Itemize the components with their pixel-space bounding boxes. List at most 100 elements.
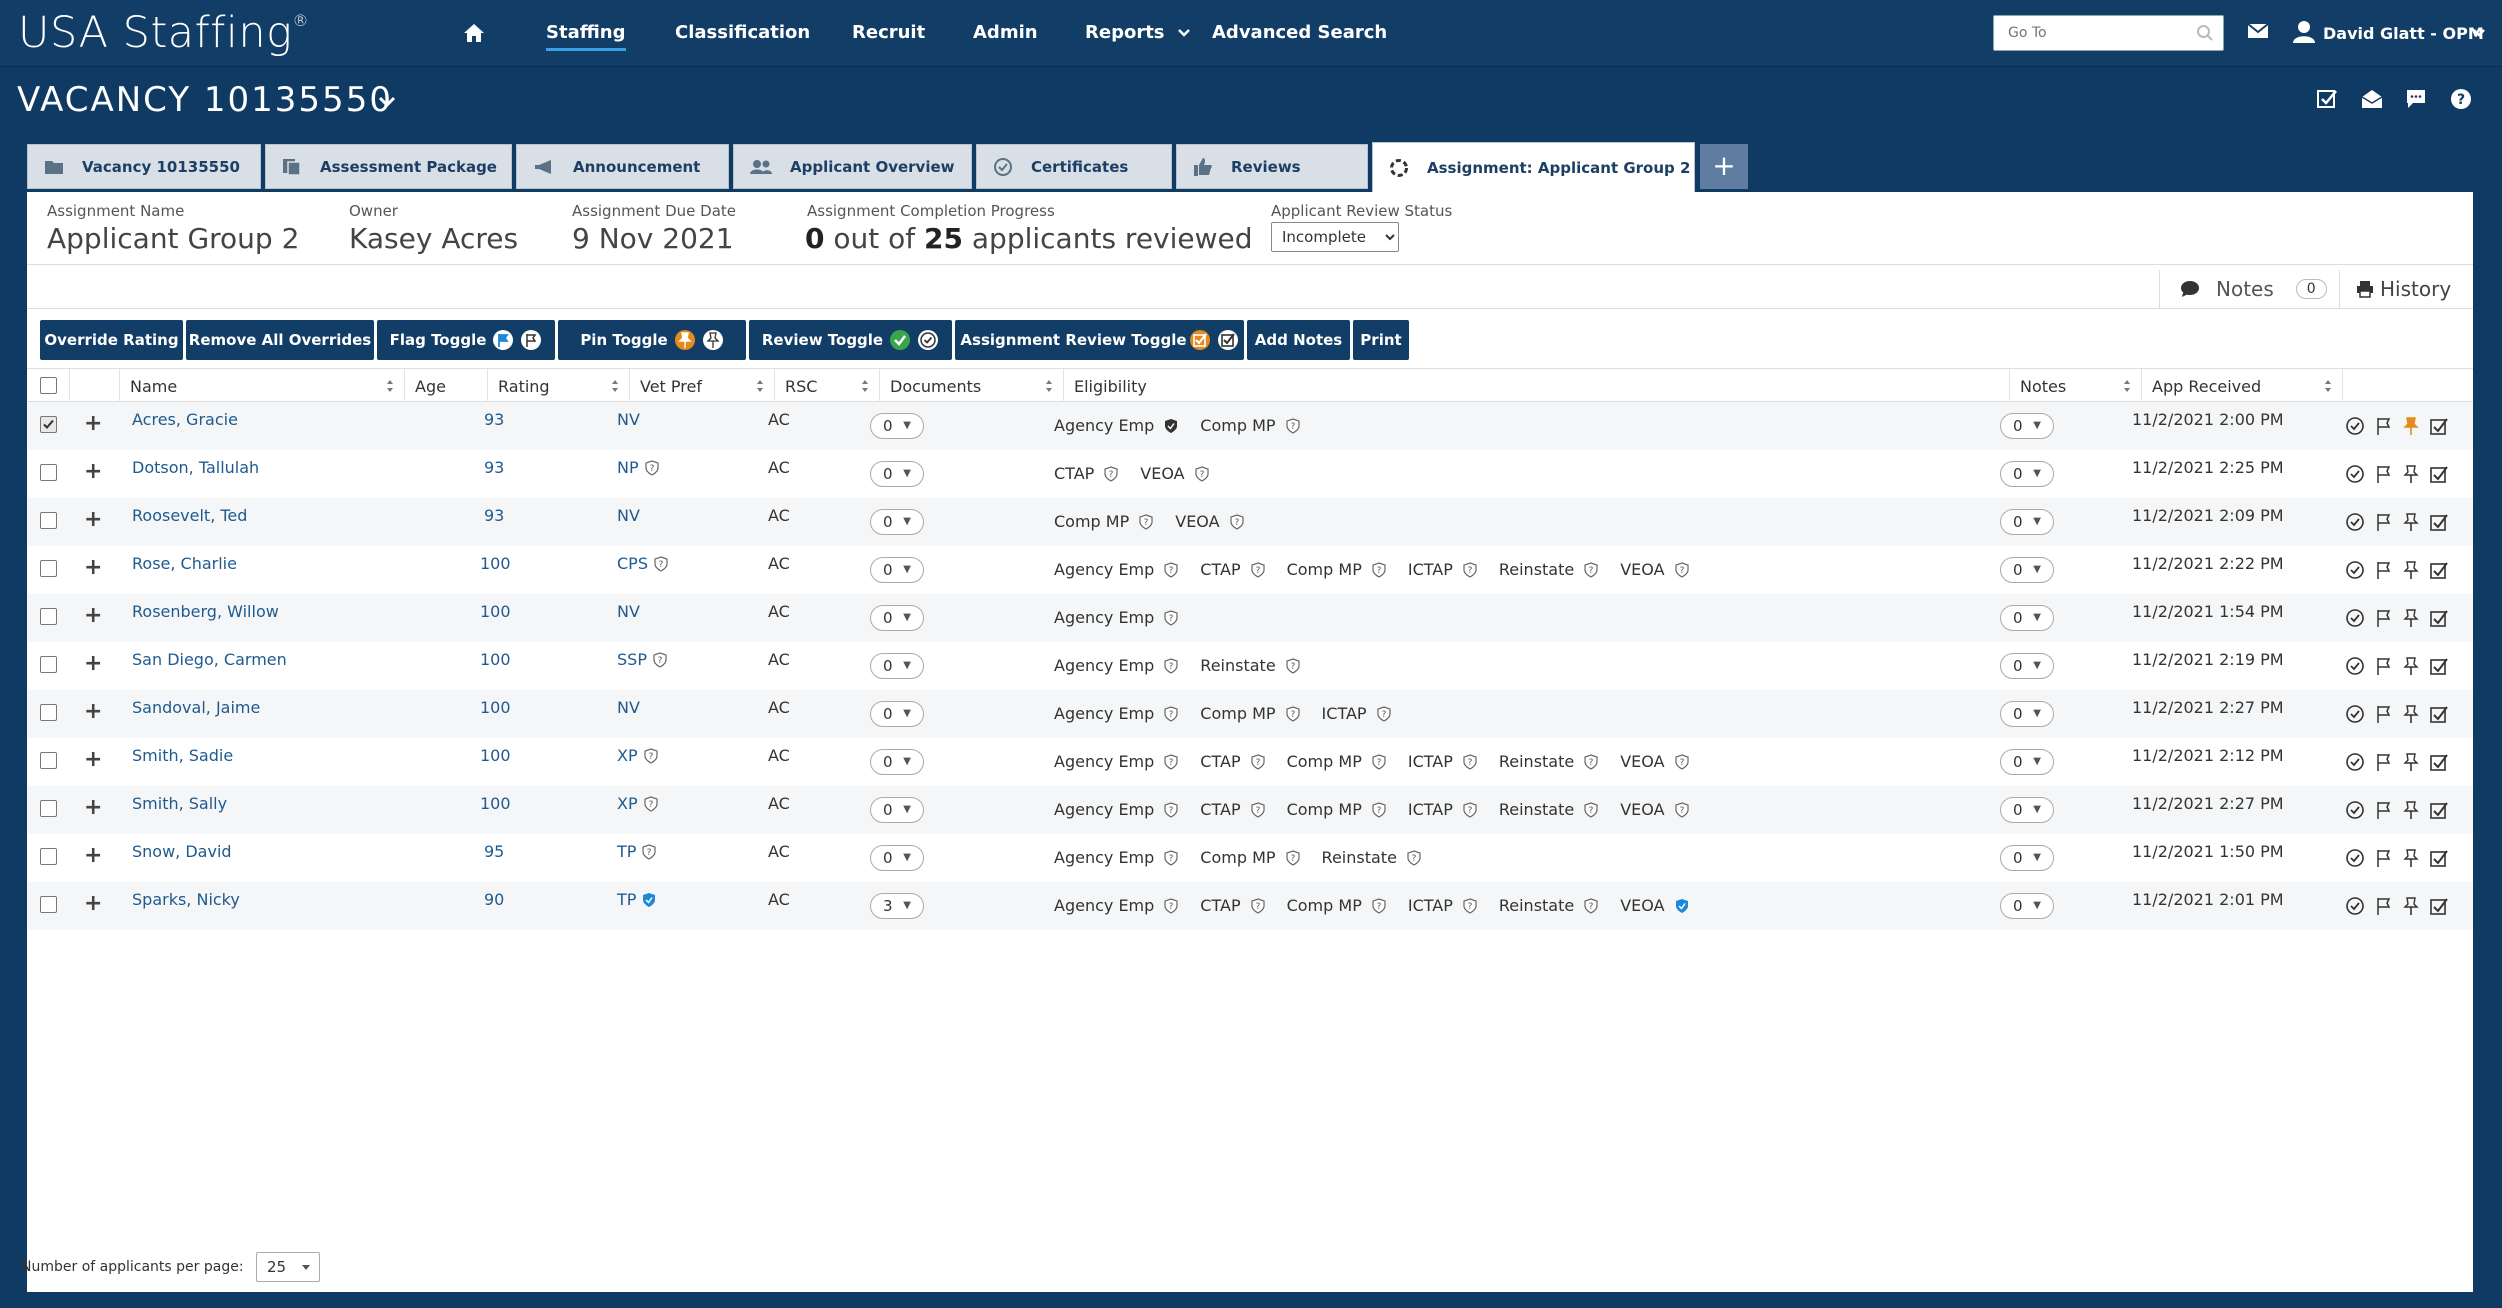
pin-icon[interactable] — [2403, 800, 2419, 820]
table-row[interactable]: + Rose, Charlie 100 CPS? AC 0 ▼ Agency Emp? CTAP… — [27, 546, 2473, 594]
applicant-name-link[interactable]: Dotson, Tallulah — [132, 458, 259, 477]
review-check-icon[interactable] — [2345, 800, 2365, 820]
notes-dropdown[interactable]: 0 ▼ — [2000, 653, 2054, 679]
chevron-down-icon[interactable] — [378, 96, 396, 108]
eligibility-item[interactable]: Reinstate? — [1200, 656, 1300, 675]
expand-row-icon[interactable]: + — [84, 459, 102, 484]
review-check-icon[interactable] — [2345, 608, 2365, 628]
notes-button[interactable]: Notes 0 — [2159, 270, 2339, 308]
vet-pref-cell[interactable]: NV — [617, 410, 640, 429]
eligibility-item[interactable]: Comp MP? — [1287, 896, 1386, 915]
row-checkbox[interactable] — [40, 896, 57, 913]
assignment-review-checkbox-icon[interactable] — [2429, 512, 2449, 532]
documents-dropdown[interactable]: 0 ▼ — [870, 701, 924, 727]
documents-dropdown[interactable]: 0 ▼ — [870, 845, 924, 871]
expand-row-icon[interactable]: + — [84, 699, 102, 724]
pin-icon[interactable] — [2403, 512, 2419, 532]
eligibility-item[interactable]: Comp MP? — [1287, 752, 1386, 771]
th-notes[interactable]: Notes — [2009, 369, 2141, 403]
documents-dropdown[interactable]: 3 ▼ — [870, 893, 924, 919]
table-row[interactable]: + Smith, Sally 100 XP? AC 0 ▼ Agency Emp? CTAP? C… — [27, 786, 2473, 834]
select-all-checkbox[interactable] — [40, 377, 57, 394]
applicant-name-link[interactable]: Acres, Gracie — [132, 410, 238, 429]
review-check-icon[interactable] — [2345, 752, 2365, 772]
assignment-review-checkbox-icon[interactable] — [2429, 896, 2449, 916]
eligibility-item[interactable]: VEOA? — [1620, 752, 1689, 771]
eligibility-item[interactable]: ICTAP? — [1408, 896, 1477, 915]
rating-value[interactable]: 95 — [484, 842, 504, 861]
eligibility-item[interactable]: VEOA? — [1620, 560, 1689, 579]
documents-dropdown[interactable]: 0 ▼ — [870, 509, 924, 535]
eligibility-item[interactable]: Agency Emp? — [1054, 896, 1178, 915]
row-checkbox[interactable] — [40, 560, 57, 577]
documents-dropdown[interactable]: 0 ▼ — [870, 605, 924, 631]
eligibility-item[interactable]: VEOA? — [1175, 512, 1244, 531]
vet-pref-cell[interactable]: NV — [617, 602, 640, 621]
th-vet-pref[interactable]: Vet Pref — [629, 369, 774, 403]
eligibility-item[interactable]: Agency Emp? — [1054, 608, 1178, 627]
assignment-review-checkbox-icon[interactable] — [2429, 416, 2449, 436]
flag-icon[interactable] — [2375, 512, 2393, 532]
tab-reviews[interactable]: Reviews — [1176, 144, 1368, 189]
documents-dropdown[interactable]: 0 ▼ — [870, 557, 924, 583]
tab-assignment-applicant-group-2[interactable]: Assignment: Applicant Group 2 — [1372, 142, 1695, 192]
mail-icon[interactable] — [2247, 22, 2269, 40]
assignment-review-checkbox-icon[interactable] — [2429, 800, 2449, 820]
row-checkbox[interactable] — [40, 656, 57, 673]
row-checkbox[interactable] — [40, 512, 57, 529]
eligibility-item[interactable]: Reinstate? — [1499, 800, 1598, 819]
th-app-received[interactable]: App Received — [2141, 369, 2342, 403]
review-check-icon[interactable] — [2345, 560, 2365, 580]
vet-pref-cell[interactable]: NV — [617, 506, 640, 525]
nav-admin[interactable]: Admin — [973, 22, 1038, 43]
review-check-icon[interactable] — [2345, 896, 2365, 916]
expand-row-icon[interactable]: + — [84, 603, 102, 628]
rating-value[interactable]: 100 — [480, 698, 511, 717]
review-toggle-button[interactable]: Review Toggle — [749, 320, 952, 360]
flag-icon[interactable] — [2375, 752, 2393, 772]
assignment-review-checkbox-icon[interactable] — [2429, 464, 2449, 484]
app-logo[interactable]: USA Staffing® — [18, 8, 309, 58]
applicant-name-link[interactable]: Rosenberg, Willow — [132, 602, 279, 621]
goto-input[interactable] — [2008, 25, 2178, 41]
expand-row-icon[interactable]: + — [84, 507, 102, 532]
notes-dropdown[interactable]: 0 ▼ — [2000, 749, 2054, 775]
notes-dropdown[interactable]: 0 ▼ — [2000, 605, 2054, 631]
vet-pref-cell[interactable]: XP? — [617, 746, 658, 765]
eligibility-item[interactable]: Reinstate? — [1322, 848, 1421, 867]
rating-value[interactable]: 100 — [480, 602, 511, 621]
eligibility-item[interactable]: CTAP? — [1200, 800, 1265, 819]
per-page-select[interactable]: 25 — [256, 1252, 320, 1282]
table-row[interactable]: + San Diego, Carmen 100 SSP? AC 0 ▼ Agency Emp?… — [27, 642, 2473, 690]
pin-icon[interactable] — [2403, 704, 2419, 724]
vet-pref-cell[interactable]: CPS? — [617, 554, 668, 573]
flag-icon[interactable] — [2375, 800, 2393, 820]
pin-icon[interactable] — [2403, 896, 2419, 916]
pin-icon[interactable] — [2403, 416, 2419, 436]
row-checkbox[interactable] — [40, 608, 57, 625]
row-checkbox[interactable] — [40, 416, 57, 433]
th-documents[interactable]: Documents — [879, 369, 1063, 403]
eligibility-item[interactable]: CTAP? — [1200, 560, 1265, 579]
goto-search[interactable] — [1993, 15, 2224, 51]
rating-value[interactable]: 93 — [484, 410, 504, 429]
assignment-review-checkbox-icon[interactable] — [2429, 848, 2449, 868]
documents-dropdown[interactable]: 0 ▼ — [870, 749, 924, 775]
flag-icon[interactable] — [2375, 896, 2393, 916]
rating-value[interactable]: 100 — [480, 554, 511, 573]
documents-dropdown[interactable]: 0 ▼ — [870, 461, 924, 487]
pin-icon[interactable] — [2403, 752, 2419, 772]
expand-row-icon[interactable]: + — [84, 555, 102, 580]
eligibility-item[interactable]: CTAP? — [1200, 896, 1265, 915]
row-checkbox[interactable] — [40, 464, 57, 481]
history-button[interactable]: History — [2339, 270, 2473, 308]
home-icon[interactable] — [462, 22, 488, 46]
eligibility-item[interactable]: Agency Emp? — [1054, 656, 1178, 675]
expand-row-icon[interactable]: + — [84, 891, 102, 916]
notes-dropdown[interactable]: 0 ▼ — [2000, 701, 2054, 727]
vacancy-title[interactable]: VACANCY 10135550 — [17, 80, 393, 120]
print-button[interactable]: Print — [1353, 320, 1409, 360]
row-checkbox[interactable] — [40, 704, 57, 721]
user-icon[interactable] — [2293, 20, 2315, 44]
add-notes-button[interactable]: Add Notes — [1247, 320, 1350, 360]
